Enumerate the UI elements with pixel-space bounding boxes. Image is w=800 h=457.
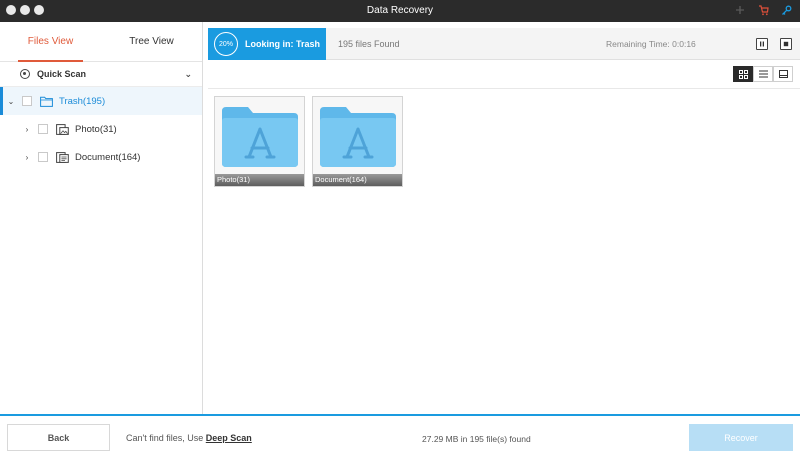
chevron-right-icon[interactable]: › [22, 153, 32, 162]
files-found-count: 195 files Found [338, 39, 400, 49]
tree-item-checkbox[interactable] [38, 152, 48, 162]
file-grid: Photo(31) Document(164) [208, 88, 800, 414]
looking-in-label: Looking in: Trash [245, 39, 321, 49]
view-tabs: Files View Tree View [0, 22, 202, 62]
photo-file-icon [56, 123, 69, 135]
footer-bar: Back Can't find files, Use Deep Scan 27.… [0, 414, 800, 457]
pause-button[interactable] [756, 38, 768, 50]
scan-icon [20, 69, 30, 79]
grid-icon [738, 69, 748, 79]
back-button[interactable]: Back [7, 424, 110, 451]
stop-button[interactable] [780, 38, 792, 50]
tab-files-view[interactable]: Files View [0, 22, 101, 62]
app-folder-icon [320, 107, 396, 167]
tile-label: Photo(31) [215, 174, 304, 186]
preview-icon [778, 70, 788, 78]
stop-icon [783, 41, 789, 47]
chevron-down-icon[interactable]: ⌄ [184, 69, 192, 80]
tree-item-trash[interactable]: ⌄ Trash(195) [0, 87, 202, 115]
pause-icon [760, 41, 764, 47]
tile-label: Document(164) [313, 174, 402, 186]
tree-item-checkbox[interactable] [38, 124, 48, 134]
folder-tile-document[interactable]: Document(164) [312, 96, 403, 187]
app-folder-icon [222, 107, 298, 167]
window-title: Data Recovery [366, 5, 434, 16]
document-file-icon [56, 151, 69, 163]
tree-item-photo[interactable]: › Photo(31) [0, 115, 202, 143]
tree-item-label: Photo(31) [75, 123, 117, 135]
tree-item-label: Document(164) [75, 151, 141, 163]
deep-scan-hint-text: Can't find files, Use [126, 433, 206, 443]
tab-tree-view[interactable]: Tree View [101, 22, 202, 61]
tree-item-checkbox[interactable] [22, 96, 32, 106]
chevron-down-icon[interactable]: ⌄ [6, 97, 16, 106]
progress-ring: 20% [214, 32, 238, 56]
plus-icon[interactable] [733, 3, 747, 17]
quick-scan-label: Quick Scan [37, 69, 87, 79]
cart-icon[interactable] [756, 3, 770, 17]
key-icon[interactable] [779, 3, 793, 17]
scan-status-bar: 20% Looking in: Trash 195 files Found Re… [208, 28, 800, 60]
preview-view-button[interactable] [773, 66, 793, 82]
list-icon [758, 70, 768, 78]
tree-item-label: Trash(195) [59, 95, 106, 107]
scan-progress-box: 20% Looking in: Trash [208, 28, 326, 60]
deep-scan-link[interactable]: Deep Scan [206, 433, 252, 443]
title-bar: Data Recovery [0, 0, 800, 22]
chevron-right-icon[interactable]: › [22, 125, 32, 134]
list-view-button[interactable] [753, 66, 773, 82]
remaining-time: Remaining Time: 0:0:16 [606, 39, 696, 49]
quick-scan-header[interactable]: Quick Scan ⌄ [0, 62, 202, 87]
deep-scan-hint: Can't find files, Use Deep Scan [126, 433, 252, 443]
tree-item-document[interactable]: › Document(164) [0, 143, 202, 171]
grid-view-button[interactable] [733, 66, 753, 82]
folder-icon [40, 96, 53, 107]
found-summary: 27.29 MB in 195 file(s) found [422, 434, 531, 444]
sidebar: Files View Tree View Quick Scan ⌄ ⌄ Tras… [0, 22, 203, 414]
recover-button[interactable]: Recover [689, 424, 793, 451]
folder-tile-photo[interactable]: Photo(31) [214, 96, 305, 187]
